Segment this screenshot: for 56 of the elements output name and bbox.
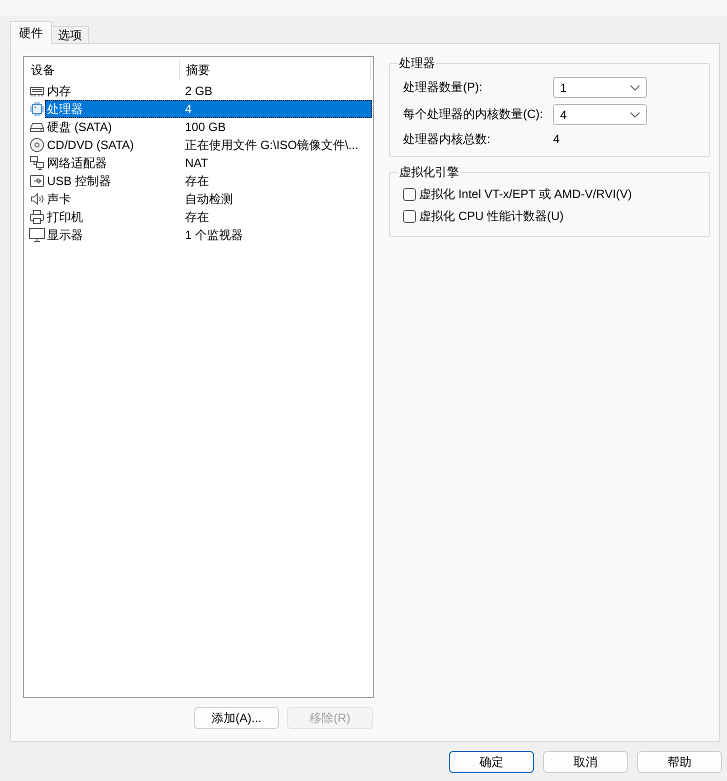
dialog-button[interactable]: 确定 [449, 751, 534, 773]
device-summary: 存在 [184, 172, 209, 190]
checkbox[interactable] [403, 210, 416, 222]
checkbox-label[interactable]: 虚拟化 Intel VT-x/EPT 或 AMD-V/RVI(V) [419, 186, 632, 202]
device-name: 处理器 [46, 100, 84, 118]
dialog-button[interactable]: 帮助 [637, 751, 722, 773]
field-label: 处理器数量(P): [403, 79, 484, 96]
network-icon [29, 155, 45, 171]
device-summary: 存在 [184, 208, 209, 226]
field-label: 每个处理器的内核数量(C): [403, 106, 544, 123]
disc-icon [29, 137, 45, 153]
device-row[interactable]: 声卡 自动检测 [45, 190, 372, 208]
tab[interactable]: 硬件 [10, 21, 52, 44]
chevron-down-icon [630, 84, 640, 90]
printer-icon [29, 209, 45, 225]
speaker-icon [29, 191, 45, 207]
field-label: 处理器内核总数: [403, 130, 492, 148]
device-summary: 1 个监视器 [184, 226, 244, 244]
device-name: 声卡 [46, 190, 72, 208]
device-row[interactable]: 内存 2 GB [45, 82, 372, 100]
dialog-button[interactable]: 取消 [543, 751, 628, 773]
tab[interactable]: 选项 [51, 26, 89, 44]
device-name: CD/DVD (SATA) [46, 138, 135, 152]
device-summary: 自动检测 [184, 190, 233, 208]
checkbox-label[interactable]: 虚拟化 CPU 性能计数器(U) [419, 208, 564, 224]
group-title: 虚拟化引擎 [398, 165, 460, 179]
device-row[interactable]: CD/DVD (SATA) 正在使用文件 G:\ISO镜像文件\... [45, 136, 372, 154]
device-summary: 4 [184, 102, 192, 116]
device-name: 硬盘 (SATA) [46, 118, 113, 136]
device-summary: 正在使用文件 G:\ISO镜像文件\... [184, 136, 358, 154]
monitor-icon [29, 227, 45, 243]
device-summary: 100 GB [184, 120, 226, 134]
dropdown[interactable]: 4 [553, 104, 647, 125]
device-row[interactable]: 处理器 4 [45, 100, 372, 118]
device-name: 打印机 [46, 208, 84, 226]
device-summary: NAT [184, 156, 208, 170]
group-title: 处理器 [398, 56, 436, 70]
device-row[interactable]: 网络适配器 NAT [45, 154, 372, 172]
total-value: 4 [553, 132, 560, 146]
device-row[interactable]: 打印机 存在 [45, 208, 372, 226]
checkbox[interactable] [403, 188, 416, 200]
device-row[interactable]: 硬盘 (SATA) 100 GB [45, 118, 372, 136]
chevron-down-icon [630, 112, 640, 118]
device-name: USB 控制器 [46, 172, 112, 190]
column-header[interactable]: 摘要 [179, 60, 371, 80]
chip-icon [29, 101, 45, 117]
device-name: 内存 [46, 82, 72, 100]
add-button[interactable]: 添加(A)... [194, 707, 279, 729]
device-row[interactable]: USB 控制器 存在 [45, 172, 372, 190]
device-summary: 2 GB [184, 84, 212, 98]
device-name: 网络适配器 [46, 154, 108, 172]
device-name: 显示器 [46, 226, 84, 244]
usb-icon [29, 173, 45, 189]
column-header[interactable]: 设备 [24, 60, 179, 80]
device-row[interactable]: 显示器 1 个监视器 [45, 226, 372, 244]
dropdown[interactable]: 1 [553, 77, 647, 98]
